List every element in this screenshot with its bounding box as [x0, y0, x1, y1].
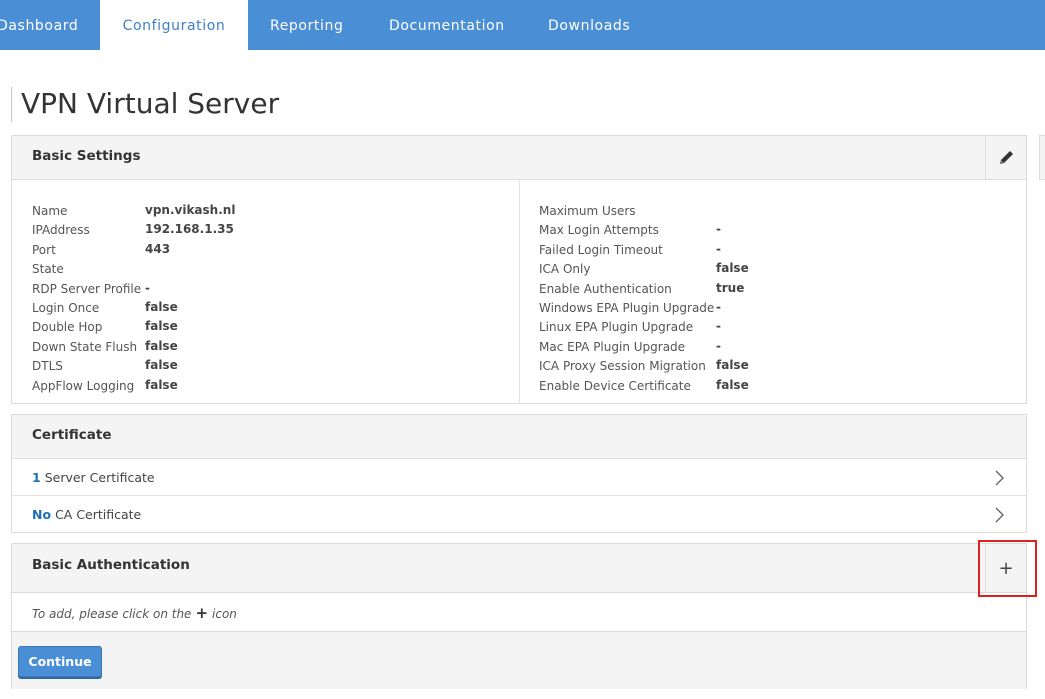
pencil-icon — [999, 151, 1013, 164]
setting-value: false — [145, 338, 178, 353]
tab-dashboard[interactable]: Dashboard — [0, 0, 87, 50]
setting-value: vpn.vikash.nl — [145, 203, 236, 217]
setting-label: Failed Login Timeout — [539, 242, 663, 257]
setting-row: Enable Device Certificate false — [539, 377, 979, 398]
setting-row: Max Login Attempts - — [539, 222, 979, 242]
setting-row: Double Hop false — [32, 319, 472, 339]
setting-row: Failed Login Timeout - — [539, 241, 979, 262]
setting-label: ICA Proxy Session Migration — [539, 359, 706, 374]
chevron-right-icon — [995, 507, 1004, 523]
setting-label: RDP Server Profile — [32, 281, 142, 296]
setting-row: Login Once false — [32, 300, 472, 320]
setting-label: Double Hop — [32, 320, 103, 335]
setting-row: Name vpn.vikash.nl — [32, 203, 472, 223]
setting-label: Enable Device Certificate — [539, 378, 691, 393]
server-certificate-text: 1 Server Certificate — [32, 470, 155, 485]
setting-value: 192.168.1.35 — [145, 222, 234, 237]
setting-value: false — [716, 261, 749, 276]
basic-authentication-panel: Basic Authentication + To add, please cl… — [11, 543, 1027, 689]
certificate-panel: Certificate 1 Server Certificate No CA Cer… — [11, 414, 1027, 533]
setting-label: Maximum Users — [539, 204, 636, 218]
setting-value: true — [716, 280, 745, 295]
server-certificate-row[interactable]: 1 Server Certificate — [12, 459, 1026, 496]
continue-button[interactable]: Continue — [18, 646, 102, 677]
setting-value: - — [716, 338, 721, 353]
setting-label: Port — [32, 242, 56, 257]
basic-authentication-header: Basic Authentication + — [12, 544, 1026, 593]
setting-row: Enable Authentication true — [539, 280, 979, 301]
panel-footer: Continue — [12, 631, 1026, 689]
side-panel-toggle[interactable] — [1039, 135, 1045, 180]
setting-value: false — [145, 319, 178, 334]
setting-label: Down State Flush — [32, 339, 138, 354]
setting-row: Down State Flush false — [32, 338, 472, 359]
setting-value: - — [145, 280, 150, 295]
basic-settings-title: Basic Settings — [32, 148, 141, 164]
setting-row: State — [32, 262, 472, 281]
setting-label: IPAddress — [32, 223, 90, 238]
setting-label: Name — [32, 204, 68, 218]
setting-value: - — [716, 319, 721, 334]
setting-label: Max Login Attempts — [539, 223, 659, 238]
setting-value: false — [145, 300, 178, 314]
tab-downloads[interactable]: Downloads — [548, 0, 630, 50]
ca-certificate-count: No — [32, 507, 52, 522]
basic-settings-header: Basic Settings — [12, 136, 1026, 180]
setting-value: false — [145, 358, 178, 373]
page-title: VPN Virtual Server — [21, 87, 280, 120]
top-navigation: Dashboard Configuration Reporting Docume… — [0, 0, 1045, 50]
setting-row: IPAddress 192.168.1.35 — [32, 222, 472, 242]
setting-row: AppFlow Logging false — [32, 377, 472, 398]
setting-row: RDP Server Profile - — [32, 280, 472, 301]
setting-label: Windows EPA Plugin Upgrade — [539, 301, 715, 315]
setting-value: - — [716, 241, 721, 256]
basic-settings-panel: Basic Settings Name vpn.vikash.nl IPAddres… — [11, 135, 1027, 404]
setting-value: 443 — [145, 241, 171, 256]
highlight-box — [978, 540, 1037, 597]
ca-certificate-label: CA Certificate — [55, 507, 142, 522]
edit-button[interactable] — [985, 136, 1026, 179]
setting-row: Port 443 — [32, 241, 472, 262]
tab-configuration[interactable]: Configuration — [100, 0, 248, 50]
setting-label: Enable Authentication — [539, 281, 672, 296]
setting-value: false — [145, 377, 178, 392]
ca-certificate-text: No CA Certificate — [32, 507, 141, 522]
setting-row: Windows EPA Plugin Upgrade - — [539, 300, 979, 320]
certificate-header: Certificate — [12, 415, 1026, 459]
basic-authentication-title: Basic Authentication — [32, 557, 190, 573]
title-accent-bar — [11, 87, 12, 122]
setting-label: Linux EPA Plugin Upgrade — [539, 320, 694, 335]
ca-certificate-row[interactable]: No CA Certificate — [12, 496, 1026, 533]
setting-label: ICA Only — [539, 262, 591, 277]
setting-value: - — [716, 300, 721, 314]
server-certificate-count: 1 — [32, 470, 41, 485]
setting-label: State — [32, 262, 64, 277]
chevron-right-icon — [995, 470, 1004, 486]
certificate-title: Certificate — [32, 427, 112, 443]
server-certificate-label: Server Certificate — [44, 470, 155, 485]
column-divider — [519, 180, 520, 404]
add-hint-text: To add, please click on the + icon — [32, 604, 237, 622]
plus-icon: + — [195, 604, 209, 622]
setting-label: Login Once — [32, 301, 100, 315]
tab-reporting[interactable]: Reporting — [270, 0, 343, 50]
setting-label: AppFlow Logging — [32, 378, 135, 393]
setting-row: Mac EPA Plugin Upgrade - — [539, 338, 979, 359]
setting-row: ICA Only false — [539, 261, 979, 281]
tab-documentation[interactable]: Documentation — [389, 0, 505, 50]
setting-value: false — [716, 377, 749, 392]
setting-row: DTLS false — [32, 358, 472, 378]
setting-row: Linux EPA Plugin Upgrade - — [539, 319, 979, 339]
setting-value: false — [716, 358, 749, 373]
setting-value: - — [716, 222, 721, 237]
setting-label: Mac EPA Plugin Upgrade — [539, 339, 686, 354]
setting-label: DTLS — [32, 359, 63, 374]
hint-text-before: To add, please click on the — [32, 607, 192, 621]
hint-text-after: icon — [212, 607, 237, 621]
setting-row: ICA Proxy Session Migration false — [539, 358, 979, 378]
setting-row: Maximum Users — [539, 204, 979, 223]
